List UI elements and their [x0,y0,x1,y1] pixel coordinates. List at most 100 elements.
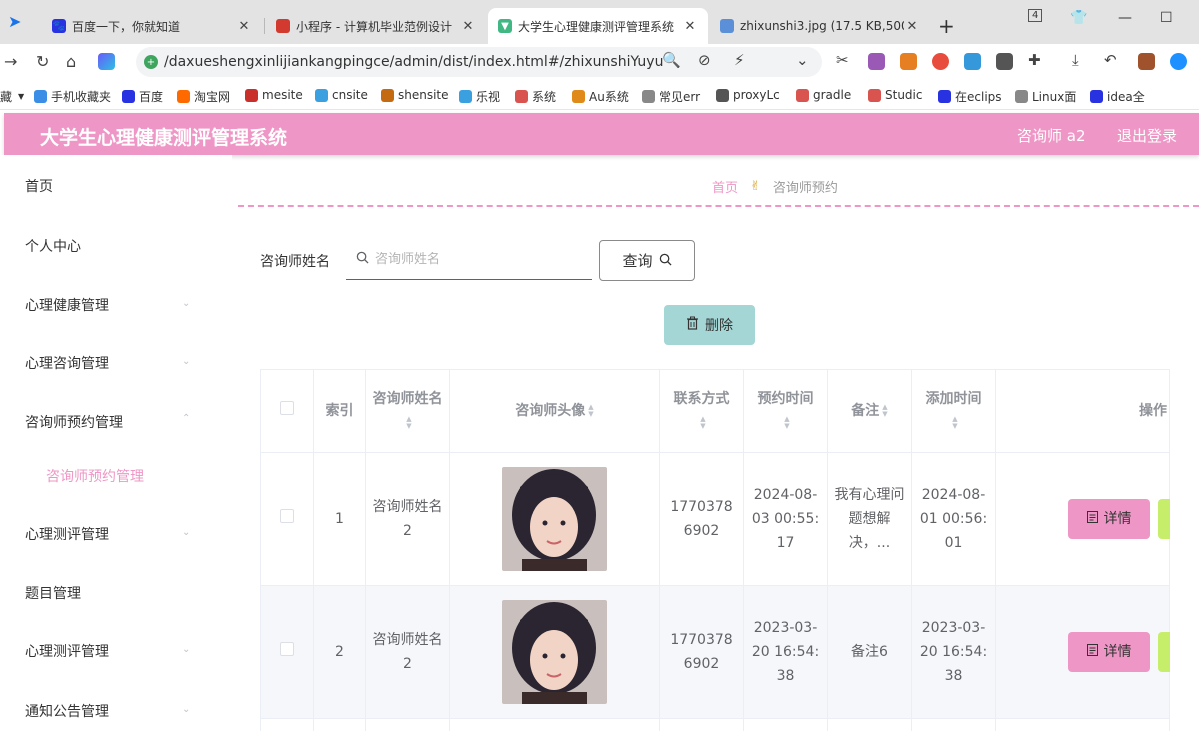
breadcrumb: 首页 ✌ 咨询师预约 [712,177,838,196]
bookmark-icon [868,88,881,102]
logout-link[interactable]: 退出登录 [1117,125,1177,146]
close-tab-icon[interactable]: ✕ [682,19,698,34]
sort-icon[interactable]: ▲ ▼ [588,404,593,418]
address-bar[interactable]: + /daxueshengxinlijiankangpingce/admin/d… [136,47,822,77]
bookmark-item[interactable]: Linux面 [1015,88,1076,105]
contact-cell: 17703786902 [659,452,744,586]
column-header-added-time[interactable]: 添加时间 ▲ ▼ [911,369,996,453]
sidebar-subitem-appointments-active[interactable]: 咨询师预约管理 [46,466,144,486]
profile-ext-icon[interactable] [1170,53,1187,70]
bookmark-icon [122,90,135,103]
chevron-down-icon[interactable]: ⌄ [796,51,809,69]
sort-icon[interactable]: ▲ ▼ [700,416,705,430]
sidebar-item-appointments[interactable]: 咨询师预约管理 [25,412,123,432]
bookmark-item[interactable]: 手机收藏夹 [34,88,111,105]
compass-icon[interactable]: ⊘ [698,51,711,69]
sidebar-item-assessment-2[interactable]: 心理测评管理 [25,641,109,661]
screenshot-ext-icon[interactable] [996,53,1013,70]
edit-button[interactable] [1158,632,1170,672]
toolbox-ext-icon[interactable] [1138,53,1155,70]
maximize-icon[interactable]: ☐ [1160,10,1173,26]
row-checkbox[interactable] [280,509,294,523]
browser-tab-active[interactable]: ▼ 大学生心理健康测评管理系统 ✕ [488,8,708,44]
sort-icon[interactable]: ▲ ▼ [952,416,957,430]
bookmark-item[interactable]: gradle [796,88,851,102]
sort-icon[interactable]: ▲ ▼ [406,416,411,430]
avatar-cell [449,585,660,719]
document-icon [1086,640,1098,664]
search-icon [356,251,369,268]
bookmark-item[interactable]: mesite [245,88,303,102]
bookmark-label: Linux面 [1032,90,1077,104]
detail-button[interactable]: 详情 [1068,499,1150,539]
bookmark-item[interactable]: shensite [381,88,449,102]
detail-button[interactable]: 详情 [1068,632,1150,672]
zoom-icon[interactable]: 🔍 [662,51,681,69]
sidebar-item-home[interactable]: 首页 [25,176,53,196]
shirt-icon[interactable]: 👕 [1070,10,1087,26]
bookmark-item[interactable]: cnsite [315,88,368,102]
column-header-contact[interactable]: 联系方式 ▲ ▼ [659,369,744,453]
bookmark-label: shensite [398,88,449,102]
mail-ext-icon[interactable] [964,53,981,70]
bookmark-item[interactable]: idea全 [1090,88,1145,105]
breadcrumb-home[interactable]: 首页 [712,177,738,196]
sidebar-item-notices[interactable]: 通知公告管理 [25,701,109,721]
sidebar-item-questions[interactable]: 题目管理 [25,583,81,603]
translate-ext-icon[interactable] [868,53,885,70]
close-tab-icon[interactable]: ✕ [460,19,476,34]
close-tab-icon[interactable]: ✕ [236,19,252,34]
delete-button[interactable]: 删除 [664,305,755,345]
bookmark-icon [34,90,47,103]
column-header-appointment-time[interactable]: 预约时间 ▲ ▼ [743,369,828,453]
bookmark-item[interactable]: Au系统 [572,88,629,105]
sort-icon[interactable]: ▲ ▼ [784,416,789,430]
bookmark-item[interactable]: 乐视 [459,88,500,105]
ai-assistant-icon[interactable] [98,53,115,70]
extensions-icon[interactable]: ✚ [1028,51,1041,69]
column-header-avatar[interactable]: 咨询师头像 ▲ ▼ [449,369,660,453]
column-header-name[interactable]: 咨询师姓名 ▲ ▼ [365,369,450,453]
scissors-icon[interactable]: ✂ [836,51,849,69]
minimize-icon[interactable]: — [1118,10,1132,26]
browser-menu-icon[interactable]: ➤ [8,12,21,31]
edit-button[interactable] [1158,499,1170,539]
bookmark-item[interactable]: 常见err [642,88,700,105]
sidebar-item-profile[interactable]: 个人中心 [25,236,81,256]
browser-tab-miniprogram[interactable]: 小程序 - 计算机毕业范例设计 ✕ [266,8,486,44]
close-tab-icon[interactable]: ✕ [904,19,920,34]
bookmark-item[interactable]: Studic [868,88,922,102]
sidebar-item-mental-health[interactable]: 心理健康管理 [25,295,109,315]
download-icon[interactable]: ⤓ [1072,51,1079,69]
undo-icon[interactable]: ↶ [1104,51,1117,69]
weibo-ext-icon[interactable] [932,53,949,70]
home-icon[interactable]: ⌂ [66,52,76,71]
bookmark-item[interactable]: 淘宝网 [177,88,230,105]
new-tab-button[interactable]: + [938,14,955,38]
column-header-remark[interactable]: 备注 ▲ ▼ [827,369,912,453]
bookmark-item[interactable]: 藏 ▼ [0,88,24,105]
bookmark-item[interactable]: 百度 [122,88,163,105]
lightning-icon[interactable]: ⚡ [734,51,745,69]
query-button[interactable]: 查询 [599,240,695,281]
search-field[interactable] [346,240,592,280]
reload-icon[interactable]: ↻ [36,52,49,71]
row-checkbox[interactable] [280,642,294,656]
chevron-down-icon: ⌄ [182,527,191,538]
bookmark-item[interactable]: 在eclips [938,88,1002,105]
browser-tab-image[interactable]: zhixunshi3.jpg (17.5 KB,500 ✕ [710,8,930,44]
browser-tab-baidu[interactable]: 🐾 百度一下，你就知道 ✕ [42,8,262,44]
forward-icon[interactable]: → [4,52,17,71]
header-label: 预约时间 [757,391,814,407]
sidebar-item-counseling[interactable]: 心理咨询管理 [25,353,109,373]
sidebar-item-assessment[interactable]: 心理测评管理 [25,524,109,544]
game-ext-icon[interactable] [900,53,917,70]
tab-count-badge[interactable]: 4 [1028,9,1043,22]
search-input[interactable] [375,252,575,267]
select-all-checkbox[interactable] [280,401,294,415]
sort-icon[interactable]: ▲ ▼ [882,404,887,418]
chevron-down-icon: ⌄ [182,356,191,367]
table-cell [827,718,912,731]
bookmark-item[interactable]: 系统 [515,88,556,105]
bookmark-item[interactable]: proxyLc [716,88,780,102]
